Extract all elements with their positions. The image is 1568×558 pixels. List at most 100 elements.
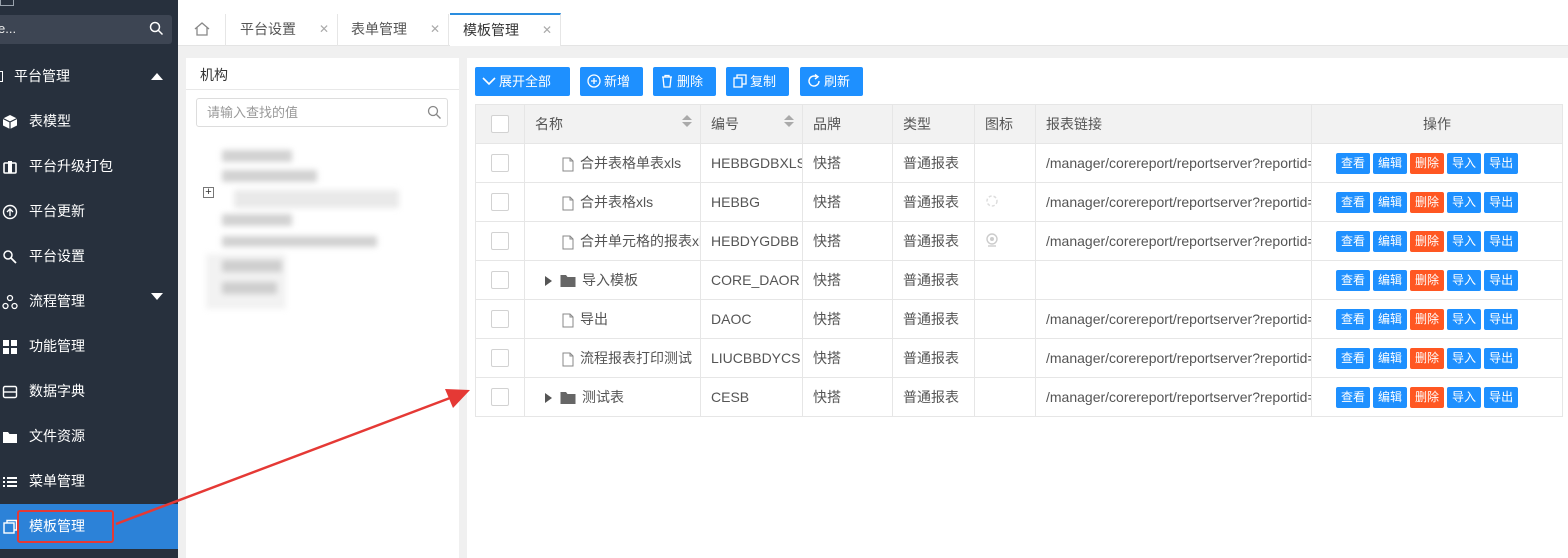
view-button[interactable]: 查看	[1336, 269, 1371, 291]
sidebar-item-workflow-management[interactable]: 流程管理	[0, 279, 178, 324]
copy-button[interactable]: 复制	[726, 67, 789, 96]
row-checkbox[interactable]	[491, 349, 509, 368]
search-icon[interactable]	[149, 21, 164, 36]
select-all-checkbox[interactable]	[491, 115, 509, 134]
sidebar-item-upgrade-package[interactable]: 平台升级打包	[0, 144, 178, 189]
tab-label: 模板管理	[463, 22, 519, 38]
row-checkbox[interactable]	[491, 154, 509, 173]
edit-button[interactable]: 编辑	[1373, 230, 1408, 252]
search-icon[interactable]	[427, 105, 442, 120]
edit-button[interactable]: 编辑	[1373, 386, 1408, 408]
tab-form-management[interactable]: 表单管理 ✕	[338, 14, 449, 46]
view-button[interactable]: 查看	[1336, 191, 1371, 213]
export-button[interactable]: 导出	[1484, 152, 1519, 174]
import-button[interactable]: 导入	[1447, 308, 1482, 330]
sidebar-item-function-management[interactable]: 功能管理	[0, 324, 178, 369]
edit-button[interactable]: 编辑	[1373, 191, 1408, 213]
delete-row-button[interactable]: 删除	[1410, 191, 1445, 213]
tab-home[interactable]	[178, 14, 226, 46]
tree-expand-icon[interactable]: +	[203, 187, 214, 198]
edit-button[interactable]: 编辑	[1373, 269, 1408, 291]
close-icon[interactable]: ✕	[542, 15, 552, 45]
export-button[interactable]: 导出	[1484, 347, 1519, 369]
file-icon	[562, 313, 574, 328]
type-cell: 普通报表	[892, 260, 975, 300]
link-cell[interactable]: /manager/corereport/reportserver?reporti…	[1035, 182, 1312, 222]
column-header-code[interactable]: 编号	[700, 104, 803, 144]
name-cell: 合并表格xls	[524, 182, 701, 222]
tab-label: 表单管理	[351, 21, 407, 37]
table-row[interactable]: 导出 DAOC 快搭 普通报表/manager/corereport/reportse…	[475, 299, 1563, 339]
table-row[interactable]: 导入模板 CORE_DAOR 快搭 普通报表 查看 编辑 删除 导入 导出	[475, 260, 1563, 300]
table-row[interactable]: 合并单元格的报表xls HEBDYGDBB 快搭 普通报表/manager/corer…	[475, 221, 1563, 261]
import-button[interactable]: 导入	[1447, 347, 1482, 369]
link-cell[interactable]: /manager/corereport/reportserver?reporti…	[1035, 338, 1312, 378]
import-button[interactable]: 导入	[1447, 230, 1482, 252]
package-icon	[3, 161, 17, 174]
table-row[interactable]: 合并表格xls HEBBG 快搭 普通报表/manager/corereport/re…	[475, 182, 1563, 222]
delete-row-button[interactable]: 删除	[1410, 308, 1445, 330]
import-button[interactable]: 导入	[1447, 191, 1482, 213]
refresh-button[interactable]: 刷新	[800, 67, 863, 96]
link-cell[interactable]: /manager/corereport/reportserver?reporti…	[1035, 143, 1312, 183]
export-button[interactable]: 导出	[1484, 191, 1519, 213]
delete-row-button[interactable]: 删除	[1410, 230, 1445, 252]
row-checkbox[interactable]	[491, 271, 509, 290]
export-button[interactable]: 导出	[1484, 308, 1519, 330]
column-header-name[interactable]: 名称	[524, 104, 701, 144]
view-button[interactable]: 查看	[1336, 230, 1371, 252]
org-search-input[interactable]	[197, 99, 425, 126]
view-button[interactable]: 查看	[1336, 152, 1371, 174]
sidebar-item-table-model[interactable]: 表模型	[0, 99, 178, 144]
table-row[interactable]: 流程报表打印测试 LIUCBBDYCS 快搭 普通报表/manager/corerep…	[475, 338, 1563, 378]
row-checkbox[interactable]	[491, 193, 509, 212]
sidebar-item-data-dictionary[interactable]: 数据字典	[0, 369, 178, 414]
sidebar-search[interactable]: e...	[0, 15, 172, 44]
sort-icon[interactable]	[784, 115, 794, 127]
delete-row-button[interactable]: 删除	[1410, 347, 1445, 369]
link-cell[interactable]: /manager/corereport/reportserver?reporti…	[1035, 221, 1312, 261]
export-button[interactable]: 导出	[1484, 386, 1519, 408]
edit-button[interactable]: 编辑	[1373, 347, 1408, 369]
delete-button[interactable]: 删除	[653, 67, 716, 96]
delete-row-button[interactable]: 删除	[1410, 386, 1445, 408]
view-button[interactable]: 查看	[1336, 308, 1371, 330]
tab-template-management[interactable]: 模板管理 ✕	[450, 13, 561, 46]
sidebar-item-label: 流程管理	[29, 293, 85, 309]
add-button[interactable]: 新增	[580, 67, 643, 96]
row-checkbox[interactable]	[491, 388, 509, 407]
export-button[interactable]: 导出	[1484, 230, 1519, 252]
tab-label: 平台设置	[240, 21, 296, 37]
close-icon[interactable]: ✕	[430, 14, 440, 44]
link-cell[interactable]: /manager/corereport/reportserver?reporti…	[1035, 299, 1312, 339]
sidebar-item-menu-management[interactable]: 菜单管理	[0, 459, 178, 504]
row-checkbox[interactable]	[491, 310, 509, 329]
type-cell: 普通报表	[892, 338, 975, 378]
sidebar-item-file-resources[interactable]: 文件资源	[0, 414, 178, 459]
sidebar-item-platform-management[interactable]: 平台管理	[0, 54, 178, 99]
close-icon[interactable]: ✕	[319, 14, 329, 44]
sort-icon[interactable]	[682, 115, 692, 127]
row-checkbox[interactable]	[491, 232, 509, 251]
delete-row-button[interactable]: 删除	[1410, 269, 1445, 291]
view-button[interactable]: 查看	[1336, 386, 1371, 408]
sidebar-item-platform-settings[interactable]: 平台设置	[0, 234, 178, 279]
delete-row-button[interactable]: 删除	[1410, 152, 1445, 174]
table-row[interactable]: 合并表格单表xls HEBBGDBXLS 快搭 普通报表/manager/corere…	[475, 143, 1563, 183]
expand-caret-icon[interactable]	[545, 393, 552, 404]
export-button[interactable]: 导出	[1484, 269, 1519, 291]
view-button[interactable]: 查看	[1336, 347, 1371, 369]
edit-button[interactable]: 编辑	[1373, 152, 1408, 174]
tab-platform-settings[interactable]: 平台设置 ✕	[226, 14, 338, 46]
import-button[interactable]: 导入	[1447, 152, 1482, 174]
expand-all-button[interactable]: 展开全部	[475, 67, 570, 96]
import-button[interactable]: 导入	[1447, 386, 1482, 408]
link-cell[interactable]: /manager/corereport/reportserver?reporti…	[1035, 377, 1312, 417]
import-button[interactable]: 导入	[1447, 269, 1482, 291]
edit-button[interactable]: 编辑	[1373, 308, 1408, 330]
org-search-field[interactable]	[196, 98, 448, 127]
sidebar-item-platform-update[interactable]: 平台更新	[0, 189, 178, 234]
expand-caret-icon[interactable]	[545, 276, 552, 287]
link-cell[interactable]	[1035, 260, 1312, 300]
table-row[interactable]: 测试表 CESB 快搭 普通报表/manager/corereport/reports…	[475, 377, 1563, 417]
